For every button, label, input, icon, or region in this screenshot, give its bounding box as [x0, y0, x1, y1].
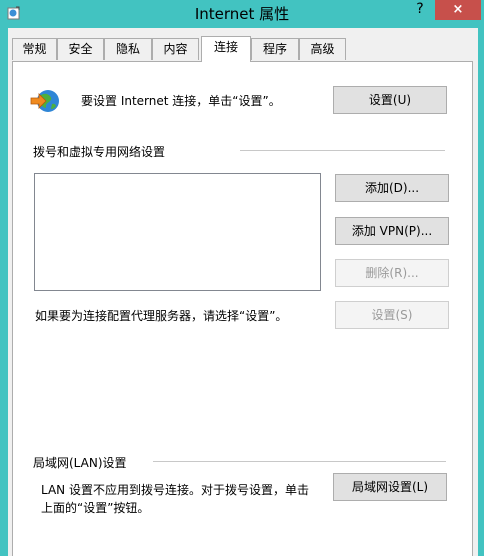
tab-content[interactable]: 内容: [152, 38, 199, 60]
remove-button[interactable]: 删除(R)...: [335, 259, 449, 287]
tab-programs[interactable]: 程序: [251, 38, 299, 60]
globe-connect-icon: [29, 86, 61, 116]
connections-panel: 要设置 Internet 连接，单击“设置”。 设置(U) 拨号和虚拟专用网络设…: [12, 61, 473, 556]
tab-privacy[interactable]: 隐私: [104, 38, 152, 60]
connections-list[interactable]: [34, 173, 321, 291]
setup-description: 要设置 Internet 连接，单击“设置”。: [81, 94, 281, 108]
tab-general[interactable]: 常规: [12, 38, 57, 60]
setup-button[interactable]: 设置(U): [333, 86, 447, 114]
dialup-divider: [240, 150, 445, 151]
connection-settings-button[interactable]: 设置(S): [335, 301, 449, 329]
tab-connections[interactable]: 连接: [201, 36, 251, 62]
lan-divider: [153, 461, 446, 462]
close-button[interactable]: ×: [435, 0, 481, 20]
add-button[interactable]: 添加(D)...: [335, 174, 449, 202]
lan-settings-button[interactable]: 局域网设置(L): [333, 473, 447, 501]
dialog-body: 常规 安全 隐私 内容 连接 程序 高级 要设置 Internet 连接，单击“…: [8, 28, 478, 556]
lan-description-line1: LAN 设置不应用到拨号连接。对于拨号设置，单击: [41, 483, 309, 497]
lan-heading: 局域网(LAN)设置: [33, 456, 127, 470]
title-bar: Internet 属性 ? ×: [0, 0, 484, 28]
add-vpn-button[interactable]: 添加 VPN(P)...: [335, 217, 449, 245]
proxy-description: 如果要为连接配置代理服务器，请选择“设置”。: [35, 309, 288, 323]
lan-description-line2: 上面的“设置”按钮。: [41, 501, 150, 515]
dialup-vpn-heading: 拨号和虚拟专用网络设置: [33, 145, 166, 159]
tab-security[interactable]: 安全: [57, 38, 104, 60]
help-button[interactable]: ?: [405, 0, 435, 20]
tab-advanced[interactable]: 高级: [299, 38, 346, 60]
